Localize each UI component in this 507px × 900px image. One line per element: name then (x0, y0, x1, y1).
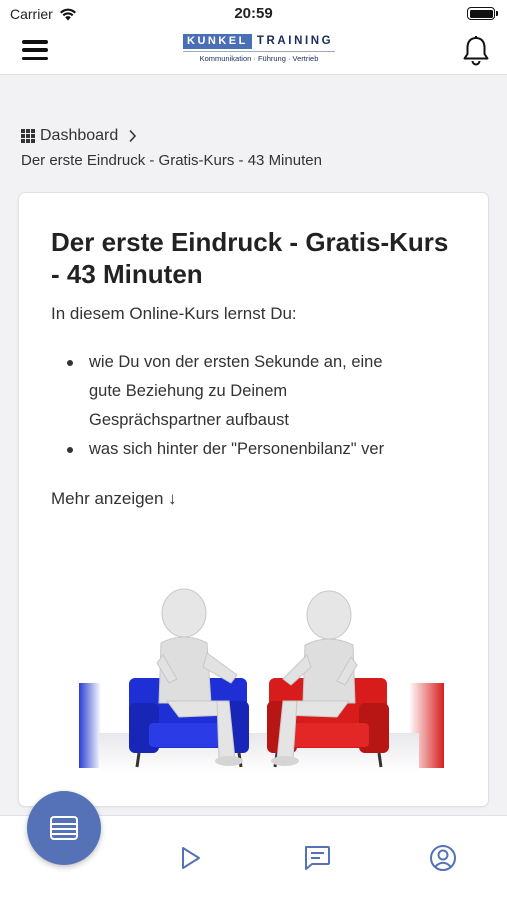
chevron-right-icon (128, 129, 137, 143)
app-header: KUNKEL TRAINING Kommunikation · Führung … (0, 28, 507, 75)
course-card: Der erste Eindruck - Gratis-Kurs - 43 Mi… (19, 193, 488, 806)
breadcrumb-dashboard-link[interactable]: Dashboard (40, 127, 118, 145)
course-list-icon[interactable] (27, 791, 101, 865)
chat-icon[interactable] (301, 842, 333, 874)
list-item: wie Du von der ersten Sekunde an, eine (67, 348, 447, 377)
logo-kunkel: KUNKEL (183, 33, 252, 49)
hamburger-menu-icon[interactable] (22, 39, 48, 61)
breadcrumb-current: Der erste Eindruck - Gratis-Kurs - 43 Mi… (21, 152, 322, 169)
kunkel-training-logo[interactable]: KUNKEL TRAINING Kommunikation · Führung … (183, 33, 335, 63)
course-illustration (79, 588, 444, 773)
breadcrumb: Dashboard Der erste Eindruck - Gratis-Ku… (21, 126, 491, 169)
clock: 20:59 (234, 5, 273, 22)
logo-training: TRAINING (256, 35, 334, 47)
list-item: Gesprächspartner aufbaust (89, 411, 289, 429)
course-bullet-list: wie Du von der ersten Sekunde an, eine g… (67, 348, 447, 464)
bell-icon[interactable] (461, 35, 491, 67)
profile-icon[interactable] (427, 842, 459, 874)
course-title: Der erste Eindruck - Gratis-Kurs - 43 Mi… (51, 227, 449, 289)
play-icon[interactable] (174, 842, 206, 874)
list-item: gute Beziehung zu Deinem (89, 382, 288, 400)
grid-icon (21, 129, 35, 143)
list-item: was sich hinter der "Personenbilanz" ver (67, 435, 447, 464)
logo-tagline: Kommunikation · Führung · Vertrieb (199, 54, 319, 63)
course-intro: In diesem Online-Kurs lernst Du: (51, 304, 297, 323)
show-more-link[interactable]: Mehr anzeigen ↓ (51, 489, 177, 509)
status-bar: Carrier 20:59 (0, 0, 507, 28)
battery-icon (467, 7, 498, 20)
